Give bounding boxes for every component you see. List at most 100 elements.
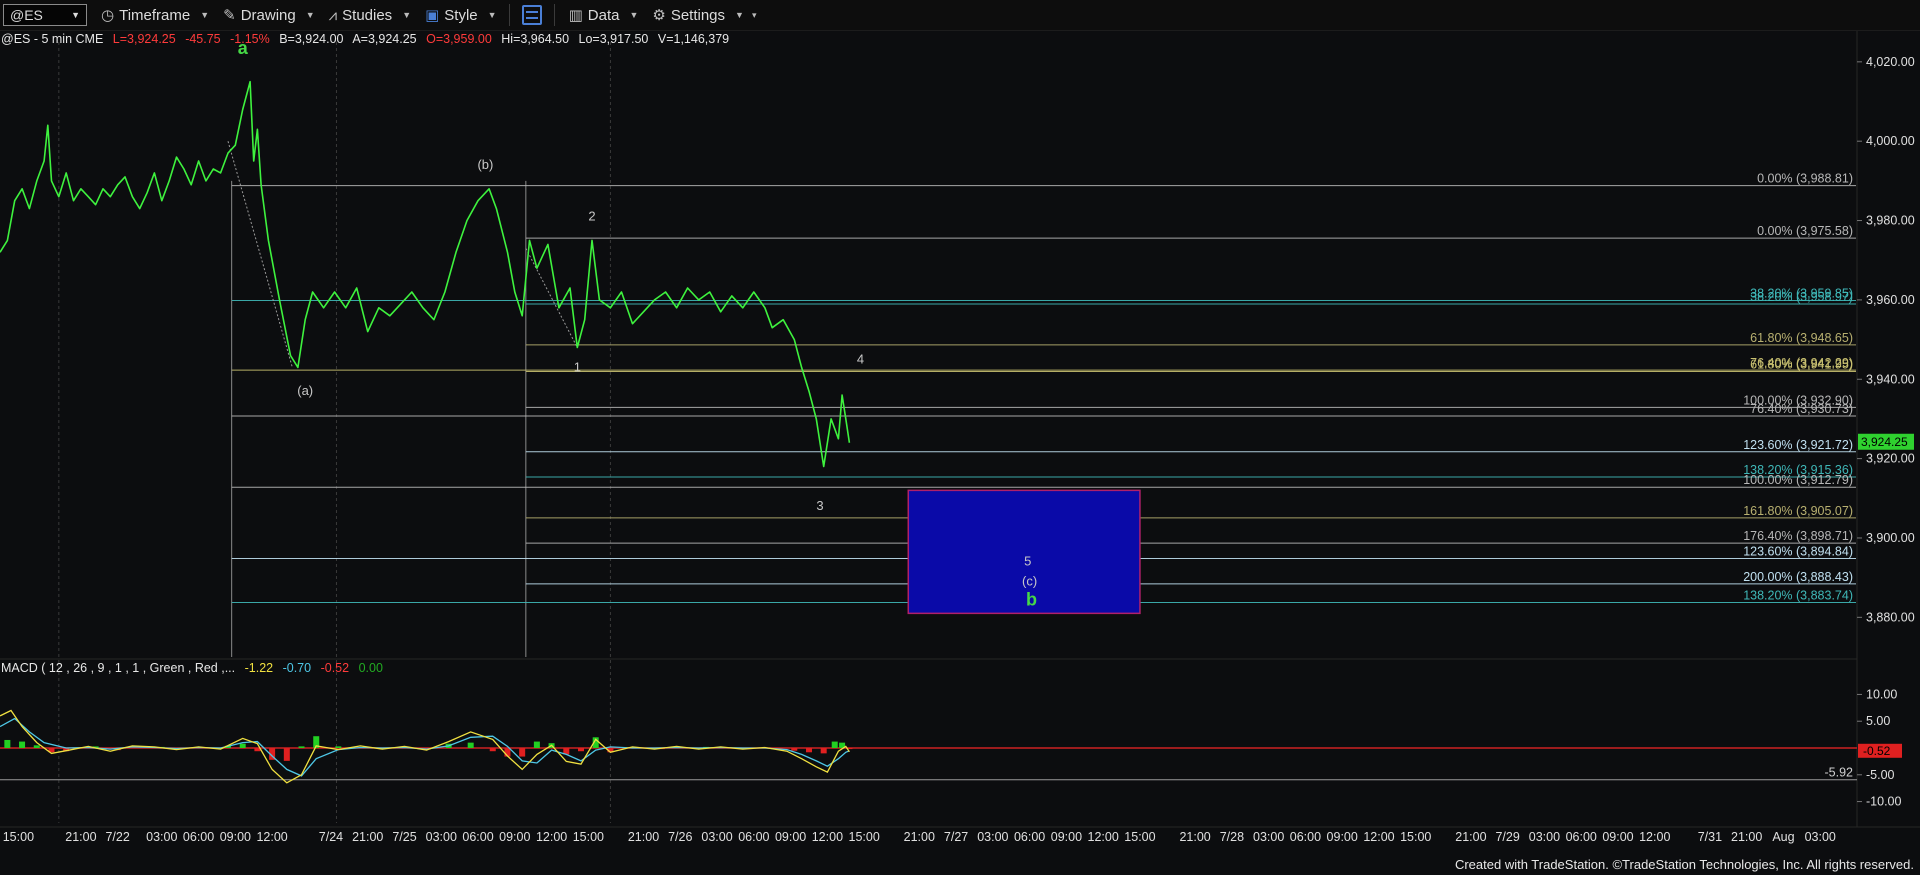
macd-histogram-bar bbox=[791, 748, 798, 751]
macd-name: MACD ( 12 , 26 , 9 , 1 , 1 , Green , Red… bbox=[1, 661, 236, 675]
time-axis-label: 21:00 bbox=[1455, 830, 1486, 844]
wave-label: (a) bbox=[297, 383, 313, 398]
wave-label: 5 bbox=[1024, 554, 1031, 569]
chevron-down-icon: ▼ bbox=[402, 10, 412, 20]
fib-level-label: 200.00% (3,888.43) bbox=[1743, 570, 1853, 584]
symbol-info-line: @ES - 5 min CME L=3,924.25 -45.75 -1.15%… bbox=[1, 32, 735, 46]
time-axis-label: 09:00 bbox=[1602, 830, 1633, 844]
time-axis-label: 21:00 bbox=[904, 830, 935, 844]
studies-icon: ⩘ bbox=[328, 6, 338, 24]
low-value: Lo=3,917.50 bbox=[578, 32, 649, 46]
time-axis-label: 15:00 bbox=[3, 830, 34, 844]
fib-level-label: 61.80% (3,948.65) bbox=[1750, 331, 1853, 345]
time-axis-label: 03:00 bbox=[1529, 830, 1560, 844]
macd-value: -1.22 bbox=[244, 661, 274, 675]
chevron-down-icon: ▼ bbox=[305, 10, 315, 20]
time-axis-label: 7/26 bbox=[668, 830, 692, 844]
symbol-selector[interactable]: @ES ▼ bbox=[3, 4, 87, 26]
fib-level-label: 38.20% (3,958.97) bbox=[1750, 290, 1853, 304]
volume-value: V=1,146,379 bbox=[657, 32, 730, 46]
time-axis-label: 21:00 bbox=[1731, 830, 1762, 844]
data-menu[interactable]: ▥ Data ▼ bbox=[568, 6, 639, 25]
time-axis-label: 03:00 bbox=[1253, 830, 1284, 844]
time-axis-label: 7/31 bbox=[1698, 830, 1722, 844]
toolbar: @ES ▼ ◷ Timeframe ▼ ✎ Drawing ▼ ⩘ Studie… bbox=[0, 0, 1920, 31]
fib-level-label: 176.40% (3,898.71) bbox=[1743, 529, 1853, 543]
time-axis-label: 21:00 bbox=[65, 830, 96, 844]
time-axis-label: 21:00 bbox=[628, 830, 659, 844]
time-axis-label: 7/24 bbox=[319, 830, 343, 844]
price-chart[interactable]: 3,880.00 3,900.00 3,920.00 3,940.00 3,960.00… bbox=[0, 0, 1920, 875]
wave-label: (c) bbox=[1022, 574, 1037, 589]
timeframe-label: Timeframe bbox=[119, 6, 191, 24]
macd-histogram-bar bbox=[19, 741, 26, 748]
fib-level-label: 0.00% (3,975.58) bbox=[1757, 224, 1853, 238]
macd-histogram-bar bbox=[298, 746, 305, 748]
time-axis-label: 06:00 bbox=[183, 830, 214, 844]
time-axis-label: 7/22 bbox=[105, 830, 129, 844]
chevron-down-icon: ▼ bbox=[629, 10, 639, 20]
price-axis-label: 3,880.00 bbox=[1866, 610, 1915, 624]
fib-level-label: 61.80% (3,941.95) bbox=[1750, 358, 1853, 372]
macd-info-line: MACD ( 12 , 26 , 9 , 1 , 1 , Green , Red… bbox=[1, 661, 389, 675]
macd-histogram-bar bbox=[831, 741, 838, 748]
timeframe-menu[interactable]: ◷ Timeframe ▼ bbox=[101, 6, 210, 25]
data-label: Data bbox=[587, 6, 620, 24]
time-axis-label: 06:00 bbox=[738, 830, 769, 844]
gear-icon: ⚙ bbox=[652, 7, 666, 24]
price-axis-label: 4,000.00 bbox=[1866, 134, 1915, 148]
macd-histogram-bar bbox=[239, 743, 246, 748]
studies-menu[interactable]: ⩘ Studies ▼ bbox=[329, 7, 411, 24]
price-axis-label: 4,020.00 bbox=[1866, 55, 1915, 69]
style-label: Style bbox=[444, 6, 478, 24]
settings-menu[interactable]: ⚙ Settings ▼ ▾ bbox=[652, 6, 757, 25]
bar-chart-icon: ▥ bbox=[568, 7, 583, 24]
time-axis-label: 03:00 bbox=[977, 830, 1008, 844]
time-axis-label: 06:00 bbox=[1014, 830, 1045, 844]
high-value: Hi=3,964.50 bbox=[501, 32, 570, 46]
symbol-info: @ES - 5 min CME bbox=[1, 32, 104, 46]
macd-histogram-bar bbox=[489, 748, 496, 752]
fib-level-label: 123.60% (3,894.84) bbox=[1743, 544, 1853, 558]
macd-histogram-bar bbox=[467, 742, 474, 748]
time-axis-label: 15:00 bbox=[1124, 830, 1155, 844]
time-axis-label: 21:00 bbox=[1179, 830, 1210, 844]
time-axis-label: 09:00 bbox=[1051, 830, 1082, 844]
macd-histogram-bar bbox=[805, 748, 812, 753]
time-axis-label: 09:00 bbox=[499, 830, 530, 844]
time-axis-label: 09:00 bbox=[1327, 830, 1358, 844]
chevron-down-icon: ▼ bbox=[200, 10, 210, 20]
fib-level-label: 0.00% (3,988.81) bbox=[1757, 172, 1853, 186]
style-menu[interactable]: ▣ Style ▼ bbox=[425, 6, 497, 25]
macd-current-label: -0.52 bbox=[1863, 744, 1891, 758]
open-value: O=3,959.00 bbox=[426, 32, 492, 46]
studies-label: Studies bbox=[342, 6, 393, 24]
macd-line bbox=[0, 709, 850, 784]
macd-histogram-bar bbox=[820, 748, 827, 754]
macd-level-label: -5.92 bbox=[1825, 766, 1854, 780]
macd-axis-label: -5.00 bbox=[1866, 768, 1895, 782]
footer-credit: Created with TradeStation. ©TradeStation… bbox=[1454, 857, 1914, 872]
wave-label: 1 bbox=[574, 359, 581, 374]
macd-axis-label: -10.00 bbox=[1866, 795, 1901, 809]
time-axis-label: 15:00 bbox=[1400, 830, 1431, 844]
target-box bbox=[907, 489, 1141, 615]
macd-zero-value: 0.00 bbox=[358, 661, 383, 675]
symbol-value: @ES bbox=[10, 7, 43, 23]
time-axis-label: 7/29 bbox=[1495, 830, 1519, 844]
toolbar-divider bbox=[553, 4, 555, 26]
fib-level-label: 100.00% (3,912.79) bbox=[1743, 473, 1853, 487]
last-price-label: 3,924.25 bbox=[1861, 435, 1908, 449]
time-axis-label: 06:00 bbox=[462, 830, 493, 844]
drawing-label: Drawing bbox=[240, 6, 296, 24]
chevron-down-icon: ▼ bbox=[487, 10, 497, 20]
time-axis-label: 12:00 bbox=[1363, 830, 1394, 844]
time-axis-label: 03:00 bbox=[701, 830, 732, 844]
wave-label: 2 bbox=[588, 209, 595, 224]
drawing-menu[interactable]: ✎ Drawing ▼ bbox=[223, 6, 315, 25]
fib-level-label: 161.80% (3,905.07) bbox=[1743, 504, 1853, 518]
layout-icon[interactable] bbox=[521, 5, 542, 25]
chevron-down-icon: ▼ bbox=[71, 10, 80, 20]
chevron-down-icon[interactable]: ▾ bbox=[752, 10, 757, 21]
wave-label: 3 bbox=[816, 498, 823, 513]
